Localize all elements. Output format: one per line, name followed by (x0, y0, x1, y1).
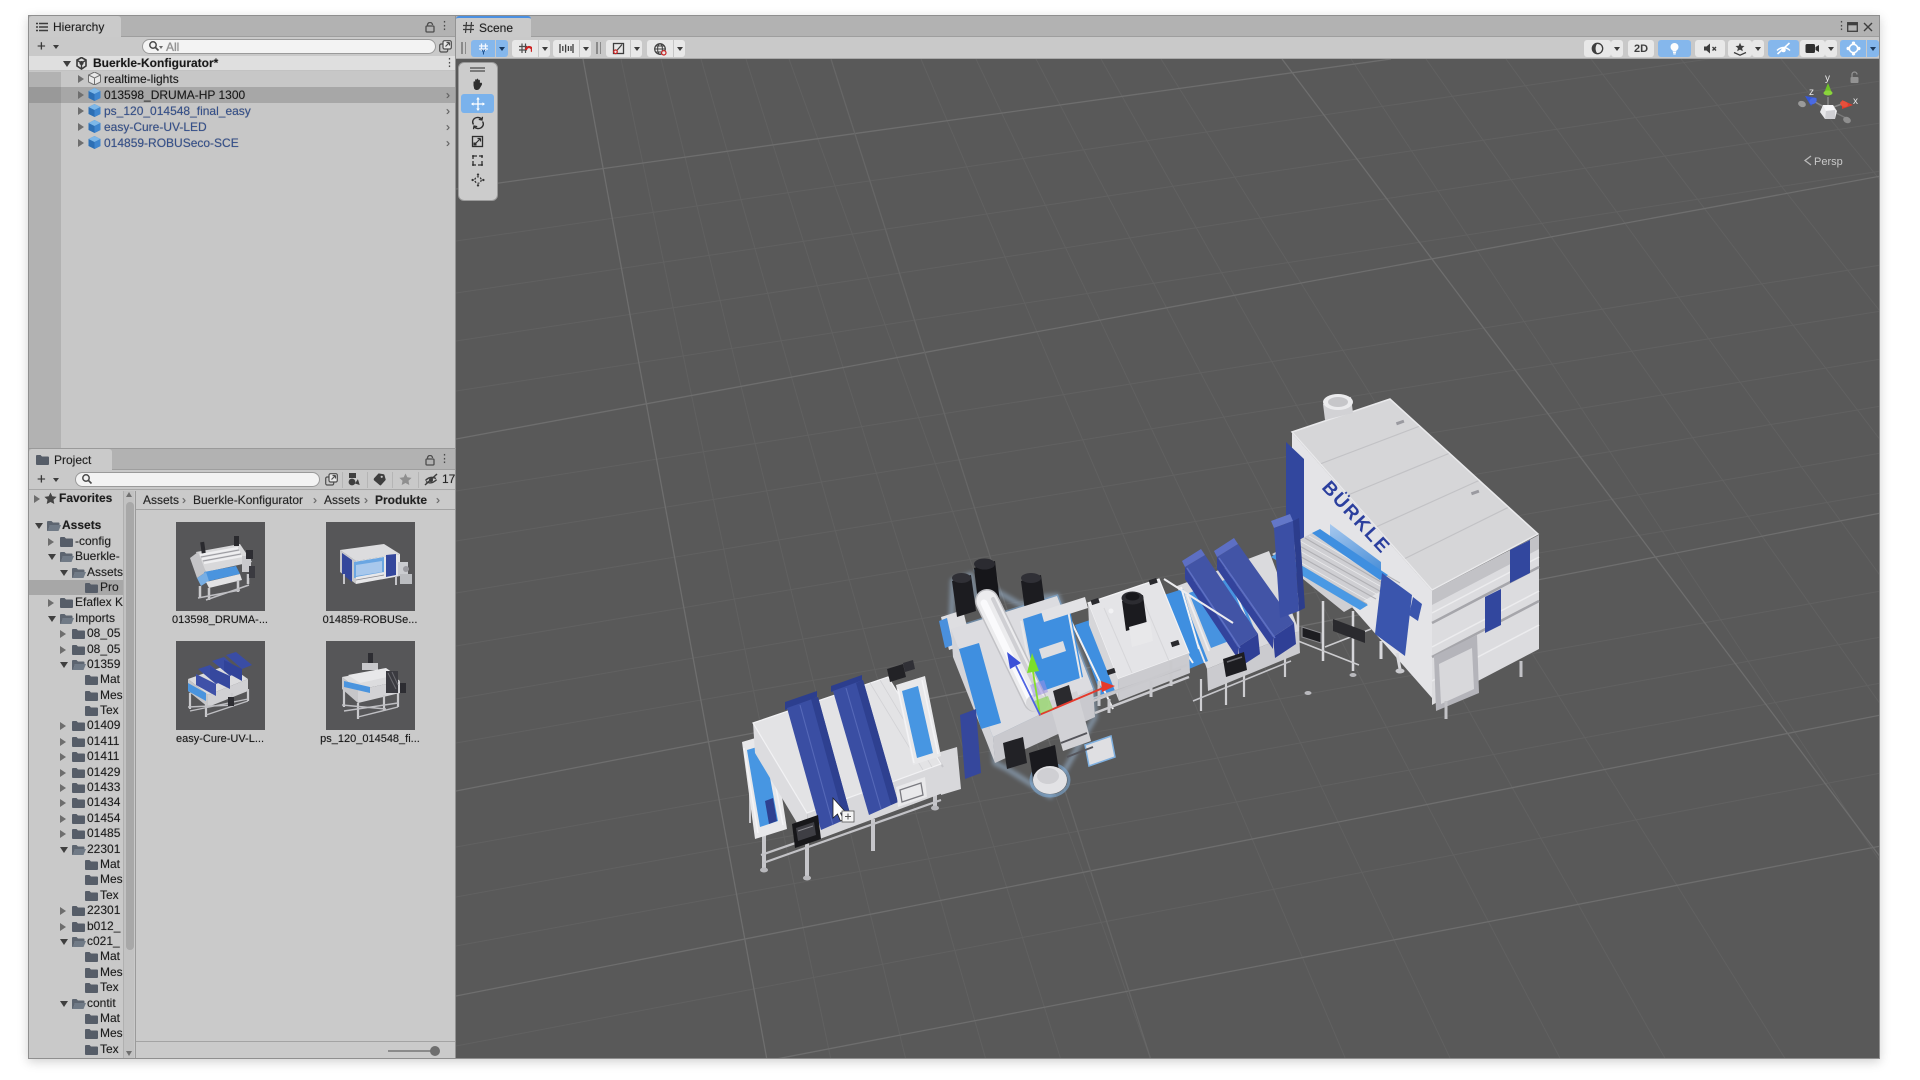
svg-text:y: y (1825, 73, 1830, 84)
svg-text:x: x (1853, 96, 1858, 107)
svg-text:Y: Y (481, 50, 486, 56)
svg-text:z: z (1809, 87, 1814, 98)
svg-text:Persp: Persp (1814, 156, 1843, 168)
